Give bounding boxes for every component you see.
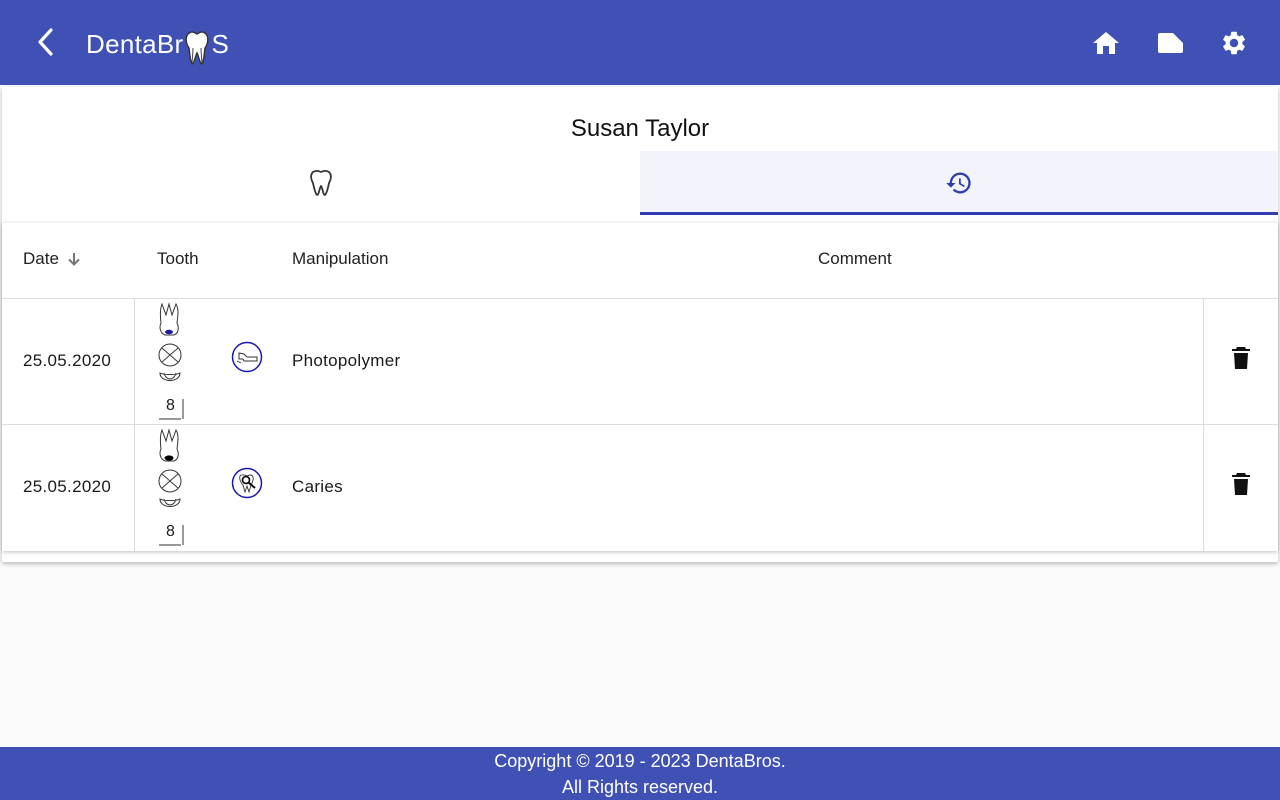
brand-logo[interactable]: DentaBr S bbox=[86, 26, 230, 65]
table-row: 25.05.2020 8 Caries bbox=[2, 425, 1278, 551]
cell-manipulation: Photopolymer bbox=[292, 351, 401, 370]
arrow-down-icon bbox=[68, 253, 80, 266]
cell-manipulation: Caries bbox=[292, 477, 343, 496]
delete-button[interactable] bbox=[1226, 343, 1256, 373]
back-button[interactable] bbox=[28, 24, 64, 60]
table-row: 25.05.2020 8 Photopolymer bbox=[2, 299, 1278, 425]
column-divider bbox=[134, 425, 135, 551]
history-table: Date Tooth Manipulation Comment 25.05.20… bbox=[2, 223, 1278, 551]
rights-text: All Rights reserved. bbox=[561, 777, 719, 797]
delete-button[interactable] bbox=[1226, 469, 1256, 499]
tooth-logo-icon bbox=[184, 30, 210, 66]
back-arrow-icon bbox=[38, 28, 53, 56]
cell-date: 25.05.2020 bbox=[23, 477, 112, 496]
gear-icon bbox=[1223, 31, 1245, 55]
history-icon bbox=[946, 172, 971, 194]
photopolymer-icon bbox=[231, 341, 263, 373]
column-divider bbox=[134, 299, 135, 424]
column-comment: Comment bbox=[818, 249, 892, 268]
label-button[interactable] bbox=[1148, 22, 1192, 64]
home-button[interactable] bbox=[1084, 22, 1128, 64]
copyright-text: Copyright © 2019 - 2023 DentaBros. bbox=[494, 751, 786, 771]
tab-teeth[interactable] bbox=[2, 151, 640, 215]
footer: Copyright © 2019 - 2023 DentaBros. All R… bbox=[0, 747, 1280, 800]
table-header: Date Tooth Manipulation Comment bbox=[2, 223, 1278, 299]
cell-date: 25.05.2020 bbox=[23, 351, 112, 370]
brand-text-prefix: DentaBr bbox=[86, 29, 184, 59]
column-date[interactable]: Date bbox=[23, 249, 83, 269]
label-icon bbox=[1158, 33, 1183, 53]
caries-icon bbox=[231, 467, 263, 499]
column-divider bbox=[1203, 425, 1204, 551]
tooth-icon bbox=[310, 169, 332, 196]
tooth-number: 8 bbox=[166, 397, 175, 414]
column-divider bbox=[1203, 299, 1204, 424]
brand-text-suffix: S bbox=[211, 29, 230, 59]
tooth-number: 8 bbox=[166, 523, 175, 540]
settings-button[interactable] bbox=[1212, 22, 1256, 64]
trash-icon bbox=[1232, 347, 1250, 369]
tab-history[interactable] bbox=[640, 151, 1278, 215]
column-tooth: Tooth bbox=[157, 249, 199, 268]
column-manipulation: Manipulation bbox=[292, 249, 389, 268]
app-bar: DentaBr S bbox=[0, 0, 1280, 85]
column-date-label: Date bbox=[23, 249, 59, 268]
patient-name: Susan Taylor bbox=[570, 115, 710, 142]
tab-bar bbox=[2, 151, 1278, 215]
trash-icon bbox=[1232, 473, 1250, 495]
home-icon bbox=[1093, 32, 1119, 54]
patient-card: Susan Taylor Date Tooth Manipulation Com… bbox=[2, 87, 1278, 562]
